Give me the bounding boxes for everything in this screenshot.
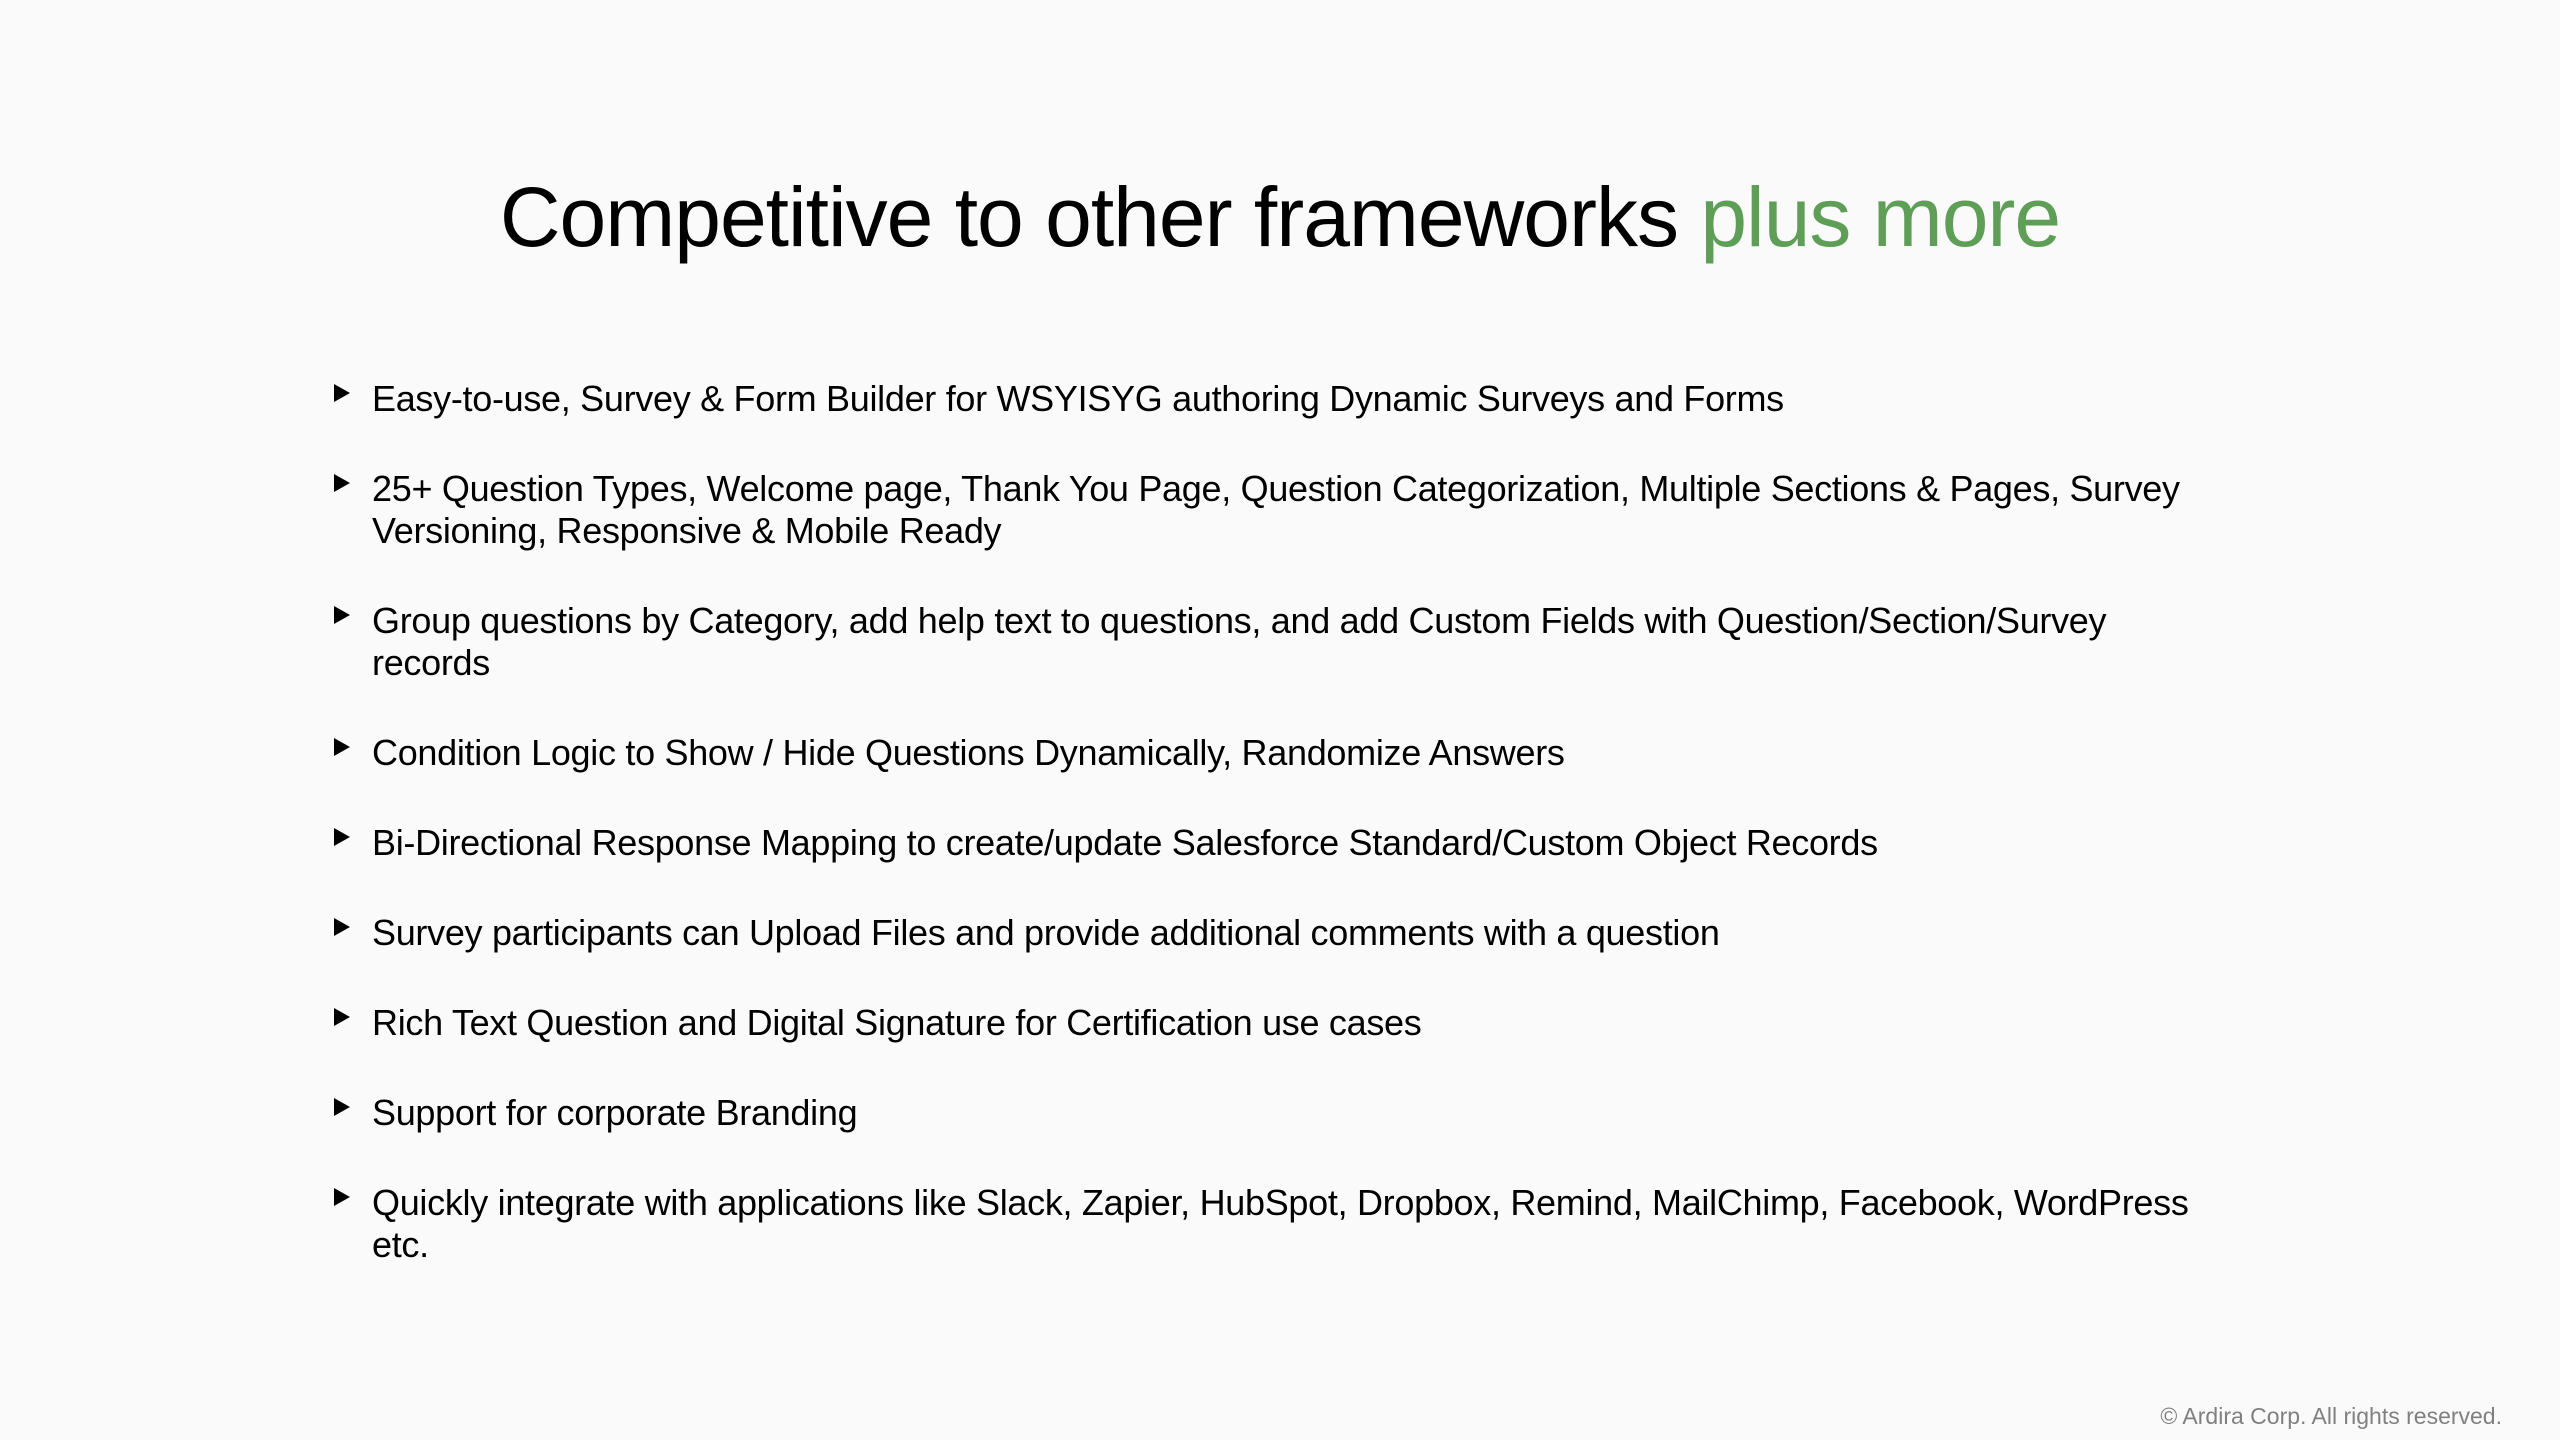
list-item: Easy-to-use, Survey & Form Builder for W… [330,378,2230,420]
list-item: Condition Logic to Show / Hide Questions… [330,732,2230,774]
slide: Competitive to other frameworks plus mor… [0,0,2560,1440]
bullet-text: Easy-to-use, Survey & Form Builder for W… [372,378,1784,419]
list-item: Support for corporate Branding [330,1092,2230,1134]
list-item: Group questions by Category, add help te… [330,600,2230,684]
triangle-bullet-icon [334,474,350,492]
bullet-text: 25+ Question Types, Welcome page, Thank … [372,468,2180,551]
copyright-footer: © Ardira Corp. All rights reserved. [2160,1403,2502,1429]
triangle-bullet-icon [334,384,350,402]
triangle-bullet-icon [334,1008,350,1026]
bullet-text: Bi-Directional Response Mapping to creat… [372,822,1878,863]
bullet-text: Rich Text Question and Digital Signature… [372,1002,1422,1043]
triangle-bullet-icon [334,1098,350,1116]
list-item: Bi-Directional Response Mapping to creat… [330,822,2230,864]
bullet-text: Condition Logic to Show / Hide Questions… [372,732,1565,773]
triangle-bullet-icon [334,918,350,936]
triangle-bullet-icon [334,738,350,756]
list-item: Survey participants can Upload Files and… [330,912,2230,954]
triangle-bullet-icon [334,1188,350,1206]
bullet-text: Quickly integrate with applications like… [372,1182,2189,1265]
feature-list: Easy-to-use, Survey & Form Builder for W… [330,378,2230,1314]
bullet-text: Group questions by Category, add help te… [372,600,2107,683]
slide-title: Competitive to other frameworks plus mor… [0,162,2560,272]
title-main: Competitive to other frameworks [499,170,1701,264]
bullet-text: Support for corporate Branding [372,1092,858,1133]
list-item: Rich Text Question and Digital Signature… [330,1002,2230,1044]
bullet-text: Survey participants can Upload Files and… [372,912,1720,953]
list-item: Quickly integrate with applications like… [330,1182,2230,1266]
title-accent: plus more [1700,170,2061,264]
triangle-bullet-icon [334,828,350,846]
triangle-bullet-icon [334,606,350,624]
list-item: 25+ Question Types, Welcome page, Thank … [330,468,2230,552]
